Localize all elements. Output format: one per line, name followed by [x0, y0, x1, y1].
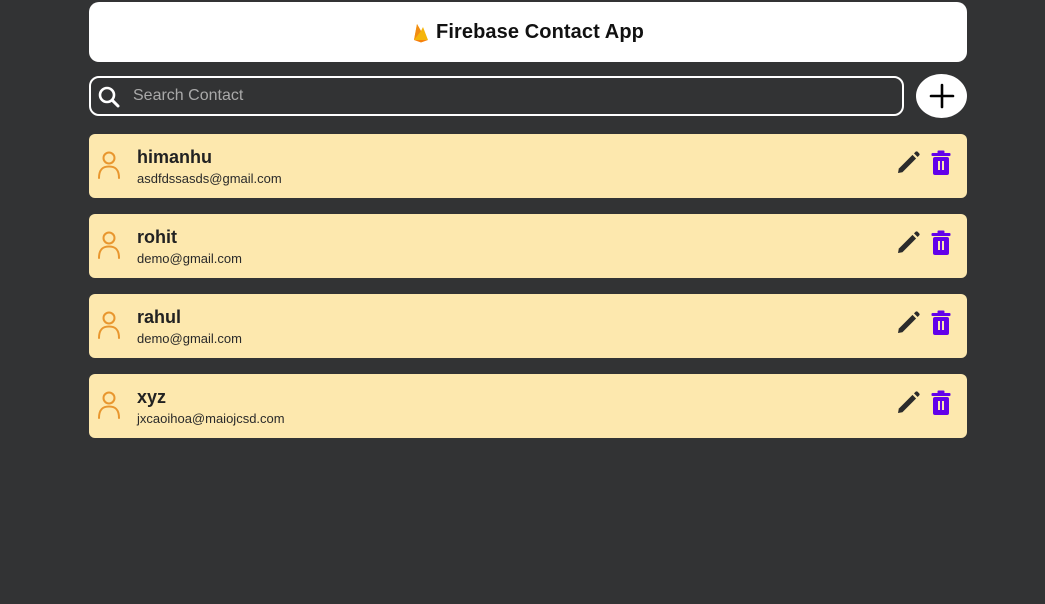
user-icon [98, 391, 120, 419]
contact-name: xyz [137, 387, 167, 407]
contact-email: jxcaoihoa@maiojcsd.com [137, 411, 285, 426]
search-row [89, 74, 967, 118]
contact-actions [895, 390, 951, 416]
search-icon [98, 86, 120, 108]
firebase-flame-icon [414, 24, 429, 43]
add-contact-button[interactable] [916, 74, 967, 118]
delete-contact-button[interactable] [931, 150, 951, 176]
delete-contact-button[interactable] [931, 230, 951, 256]
edit-contact-button[interactable] [895, 150, 921, 176]
user-icon [98, 151, 120, 179]
contact-card: xyz jxcaoihoa@maiojcsd.com [89, 374, 967, 438]
app-container: Firebase Contact App himanhu asdfd [89, 2, 967, 438]
user-icon [98, 231, 120, 259]
trash-icon [931, 390, 951, 415]
delete-contact-button[interactable] [931, 310, 951, 336]
contact-info: rahul demo@gmail.com [137, 306, 242, 347]
pencil-icon [898, 311, 920, 333]
edit-contact-button[interactable] [895, 310, 921, 336]
contact-list: himanhu asdfdssasds@gmail.com rohit demo… [89, 134, 967, 438]
pencil-icon [898, 391, 920, 413]
contact-card: rohit demo@gmail.com [89, 214, 967, 278]
contact-actions [895, 230, 951, 256]
plus-icon [929, 83, 954, 109]
contact-email: demo@gmail.com [137, 251, 242, 266]
trash-icon [931, 310, 951, 335]
contact-name: himanhu [137, 147, 212, 167]
edit-contact-button[interactable] [895, 390, 921, 416]
navbar: Firebase Contact App [89, 2, 967, 62]
delete-contact-button[interactable] [931, 390, 951, 416]
contact-email: demo@gmail.com [137, 331, 242, 346]
trash-icon [931, 150, 951, 175]
pencil-icon [898, 231, 920, 253]
contact-card: rahul demo@gmail.com [89, 294, 967, 358]
contact-info: xyz jxcaoihoa@maiojcsd.com [137, 386, 285, 427]
trash-icon [931, 230, 951, 255]
contact-info: himanhu asdfdssasds@gmail.com [137, 146, 282, 187]
contact-email: asdfdssasds@gmail.com [137, 171, 282, 186]
edit-contact-button[interactable] [895, 230, 921, 256]
contact-actions [895, 310, 951, 336]
user-icon [98, 311, 120, 339]
search-box [89, 76, 904, 116]
contact-name: rahul [137, 307, 182, 327]
search-input[interactable] [131, 80, 895, 112]
pencil-icon [898, 151, 920, 173]
contact-info: rohit demo@gmail.com [137, 226, 242, 267]
contact-name: rohit [137, 227, 177, 247]
contact-card: himanhu asdfdssasds@gmail.com [89, 134, 967, 198]
contact-actions [895, 150, 951, 176]
app-title: Firebase Contact App [436, 20, 644, 43]
